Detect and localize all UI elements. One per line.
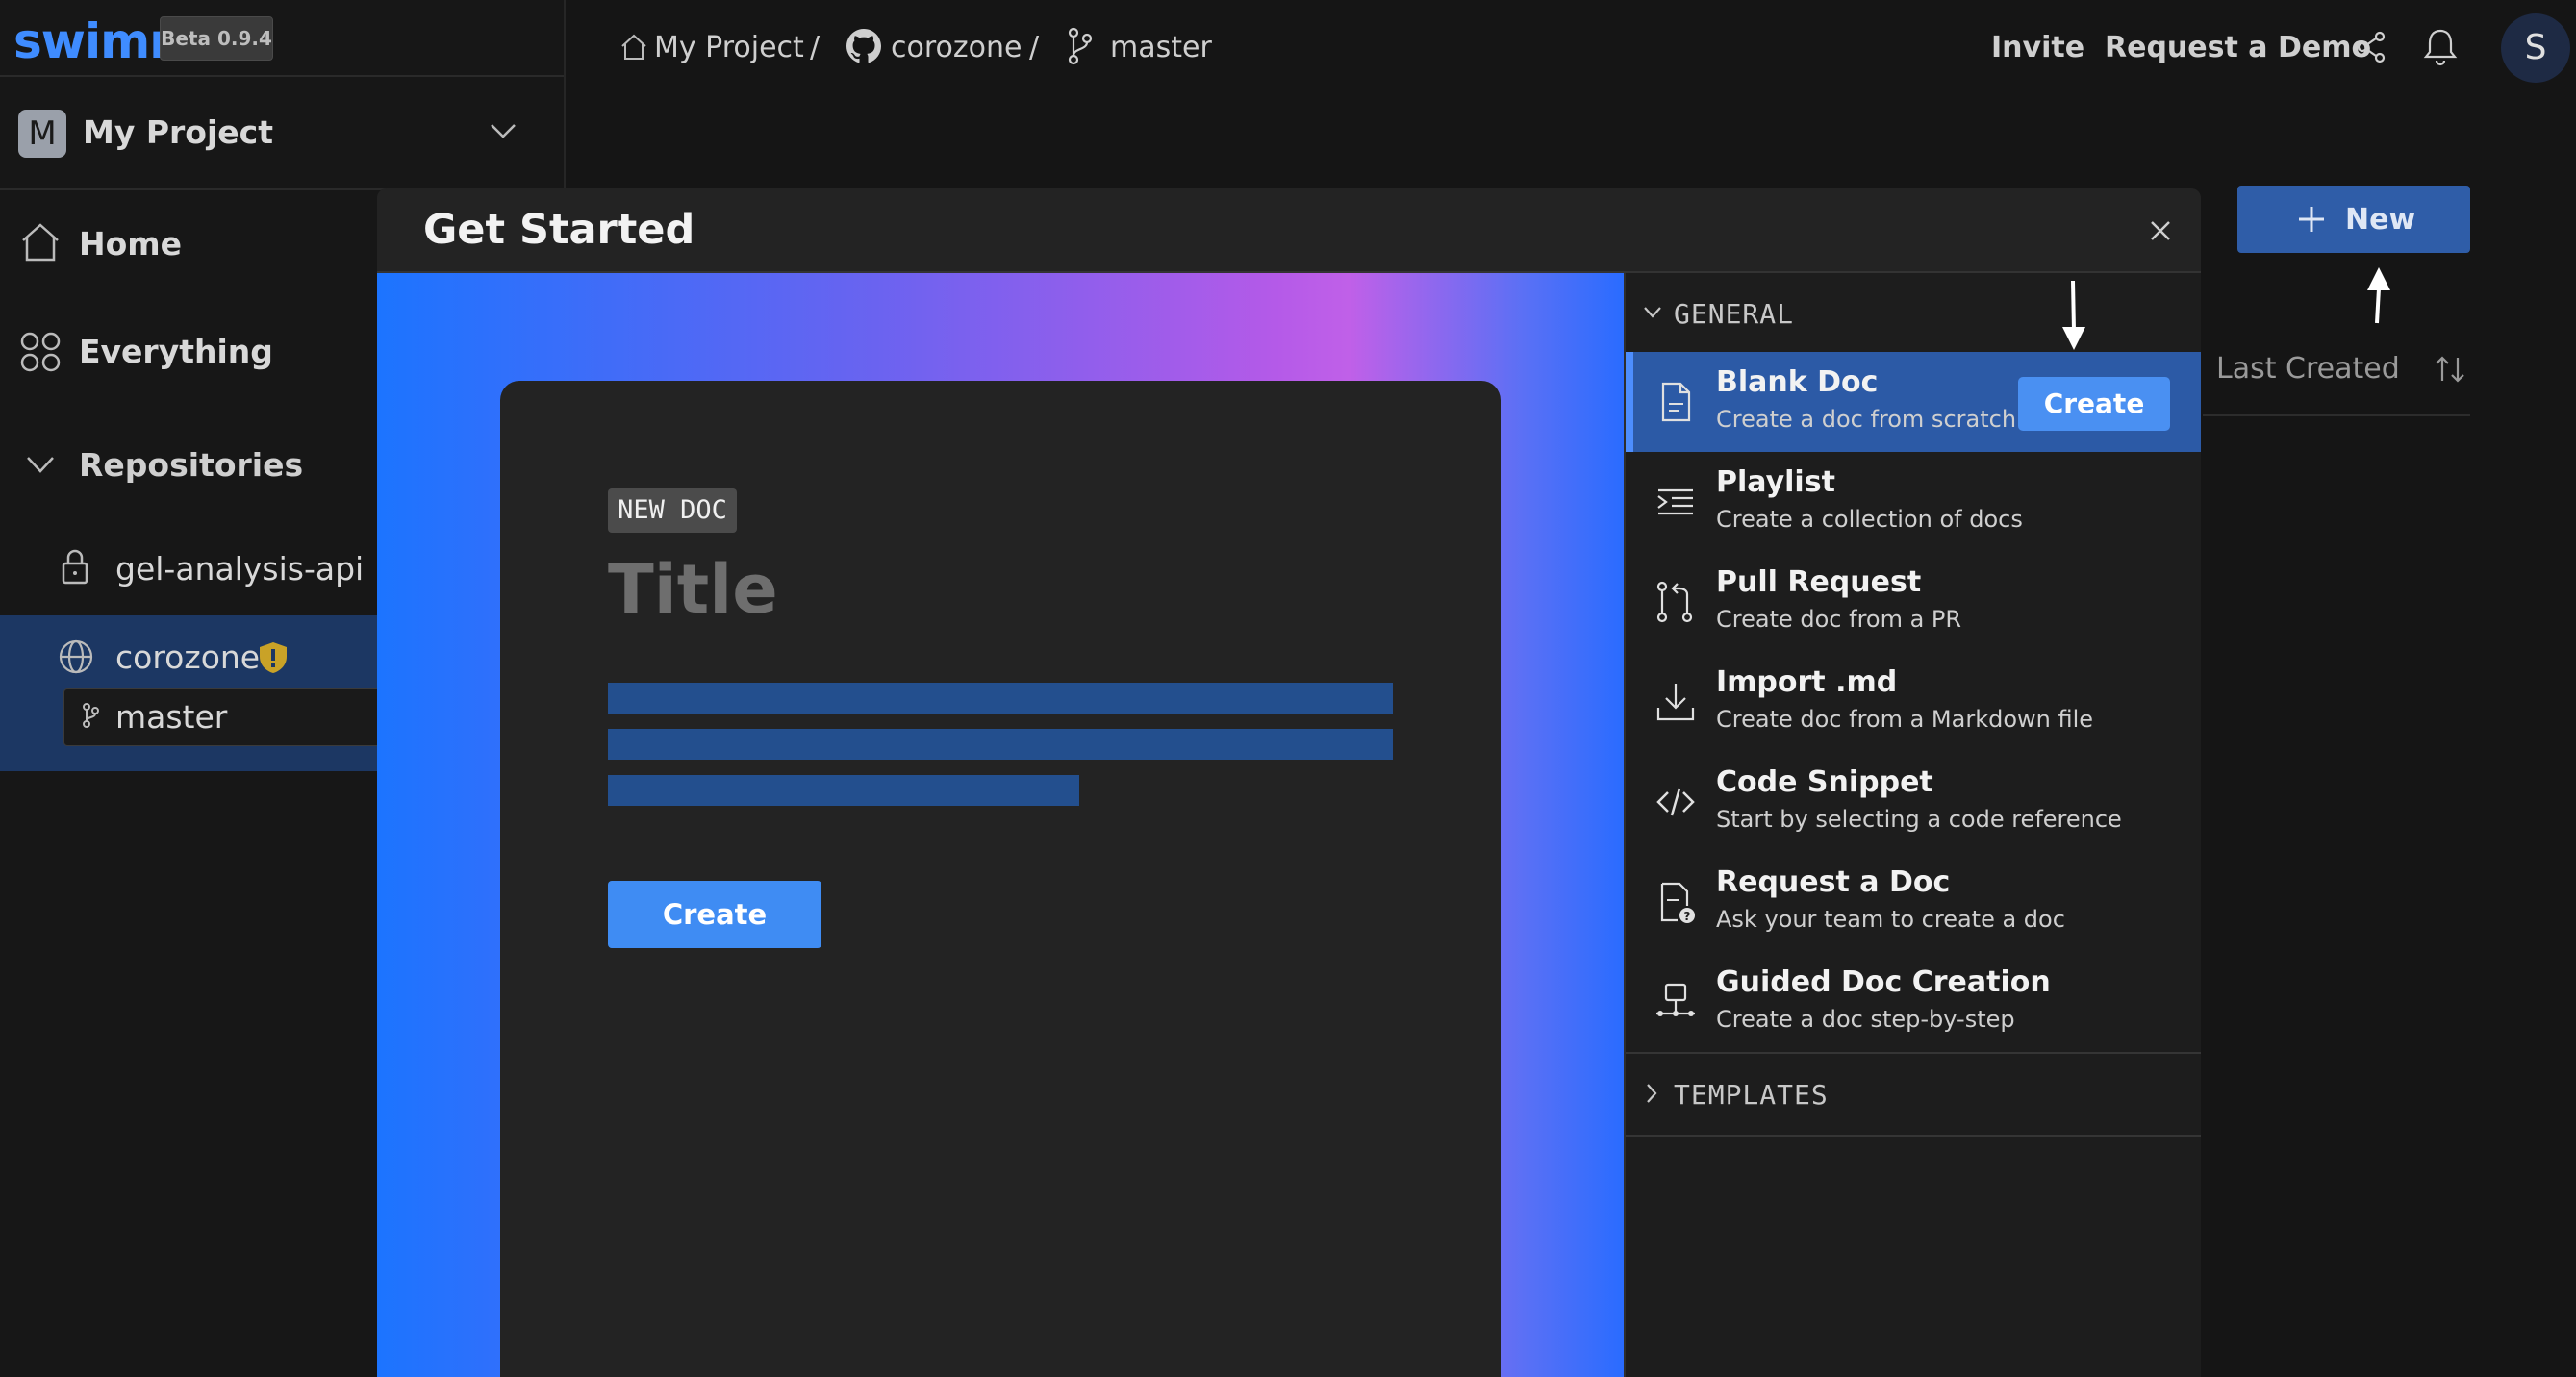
divider: [2203, 414, 2470, 416]
playlist-icon: [1657, 488, 1693, 515]
nav-home[interactable]: Home: [79, 225, 182, 263]
download-icon: [1656, 684, 1695, 721]
option-subtitle: Create a collection of docs: [1716, 506, 2023, 533]
breadcrumb-project[interactable]: My Project: [654, 31, 804, 64]
option-title: Pull Request: [1716, 565, 1922, 599]
option-request-doc[interactable]: ? Request a Doc Ask your team to create …: [1626, 852, 2201, 952]
section-general[interactable]: GENERAL: [1674, 298, 1794, 330]
version-badge: Beta 0.9.4: [160, 16, 273, 61]
user-avatar[interactable]: S: [2501, 13, 2570, 83]
option-subtitle: Start by selecting a code reference: [1716, 806, 2122, 833]
get-started-modal: Get Started NEW DOC Title Create GENERAL…: [377, 188, 2201, 1377]
sort-label[interactable]: Last Created: [2216, 352, 2400, 386]
breadcrumb-repo[interactable]: corozone: [891, 31, 1022, 64]
section-templates[interactable]: TEMPLATES: [1674, 1079, 1829, 1111]
arrow-up-icon: [2367, 267, 2390, 324]
pull-request-icon: [1656, 581, 1693, 623]
option-subtitle: Ask your team to create a doc: [1716, 906, 2065, 933]
request-doc-icon: ?: [1660, 882, 1695, 923]
option-subtitle: Create doc from a PR: [1716, 606, 1962, 633]
close-icon[interactable]: [2149, 219, 2172, 242]
invite-link[interactable]: Invite: [1991, 31, 2084, 64]
plus-icon: [2299, 207, 2324, 232]
repo-item-corozone[interactable]: corozone: [115, 638, 260, 676]
home-icon: [621, 34, 646, 60]
github-icon: [846, 29, 881, 63]
breadcrumb-separator: /: [810, 31, 821, 64]
grid-icon: [20, 332, 61, 372]
option-subtitle: Create doc from a Markdown file: [1716, 706, 2094, 733]
option-title: Code Snippet: [1716, 765, 1933, 799]
bell-icon[interactable]: [2422, 27, 2459, 67]
top-bar: My Project / corozone / master Invite Re…: [566, 0, 2576, 96]
doc-preview: NEW DOC Title Create: [377, 273, 1624, 1377]
option-pull-request[interactable]: Pull Request Create doc from a PR: [1626, 552, 2201, 652]
option-subtitle: Create a doc step-by-step: [1716, 1006, 2015, 1033]
chevron-down-icon[interactable]: [25, 454, 56, 475]
arrow-down-icon: [2062, 280, 2085, 350]
divider: [1626, 1135, 2201, 1137]
option-title: Blank Doc: [1716, 365, 1879, 399]
placeholder-line: [608, 775, 1079, 806]
new-doc-badge: NEW DOC: [608, 488, 737, 533]
share-icon[interactable]: [2357, 31, 2387, 63]
chevron-right-icon[interactable]: [1645, 1083, 1658, 1104]
option-guided-doc[interactable]: Guided Doc Creation Create a doc step-by…: [1626, 952, 2201, 1052]
create-button[interactable]: Create: [2018, 377, 2170, 431]
breadcrumb-separator: /: [1029, 31, 1040, 64]
doc-icon: [1661, 382, 1691, 422]
placeholder-line: [608, 729, 1393, 760]
option-code-snippet[interactable]: Code Snippet Start by selecting a code r…: [1626, 752, 2201, 852]
branch-name: master: [115, 698, 228, 736]
sort-icon[interactable]: [2434, 354, 2466, 385]
preview-create-button[interactable]: Create: [608, 881, 821, 948]
modal-title: Get Started: [423, 206, 695, 254]
option-playlist[interactable]: Playlist Create a collection of docs: [1626, 452, 2201, 552]
chevron-down-icon[interactable]: [1643, 306, 1662, 319]
project-name[interactable]: My Project: [83, 113, 273, 151]
code-icon: [1656, 788, 1695, 816]
new-button[interactable]: New: [2237, 186, 2470, 253]
git-branch-icon: [1068, 27, 1093, 65]
option-title: Guided Doc Creation: [1716, 965, 2051, 999]
lock-icon: [62, 549, 88, 585]
option-title: Playlist: [1716, 465, 1835, 499]
preview-card: NEW DOC Title Create: [500, 381, 1501, 1377]
globe-icon: [59, 639, 93, 674]
divider: [1626, 1052, 2201, 1054]
project-avatar: M: [18, 110, 66, 158]
guided-icon: [1656, 983, 1695, 1016]
chevron-down-icon[interactable]: [489, 121, 518, 140]
preview-title: Title: [608, 550, 778, 629]
option-title: Request a Doc: [1716, 865, 1951, 899]
shield-icon: [260, 642, 287, 673]
option-blank-doc[interactable]: Blank Doc Create a doc from scratch Crea…: [1626, 352, 2201, 452]
git-branch-icon: [83, 703, 99, 728]
breadcrumb-branch[interactable]: master: [1110, 31, 1212, 64]
doc-type-list: GENERAL Blank Doc Create a doc from scra…: [1624, 273, 2201, 1377]
new-button-label: New: [2345, 203, 2416, 237]
placeholder-line: [608, 683, 1393, 714]
repositories-header[interactable]: Repositories: [79, 446, 303, 484]
request-demo-link[interactable]: Request a Demo: [2105, 31, 2371, 64]
home-icon: [22, 223, 59, 262]
option-title: Import .md: [1716, 665, 1898, 699]
repo-item-gel-analysis-api[interactable]: gel-analysis-api: [115, 550, 364, 588]
svg-text:?: ?: [1684, 910, 1691, 923]
nav-everything[interactable]: Everything: [79, 333, 273, 370]
option-import-md[interactable]: Import .md Create doc from a Markdown fi…: [1626, 652, 2201, 752]
option-subtitle: Create a doc from scratch: [1716, 406, 2017, 433]
